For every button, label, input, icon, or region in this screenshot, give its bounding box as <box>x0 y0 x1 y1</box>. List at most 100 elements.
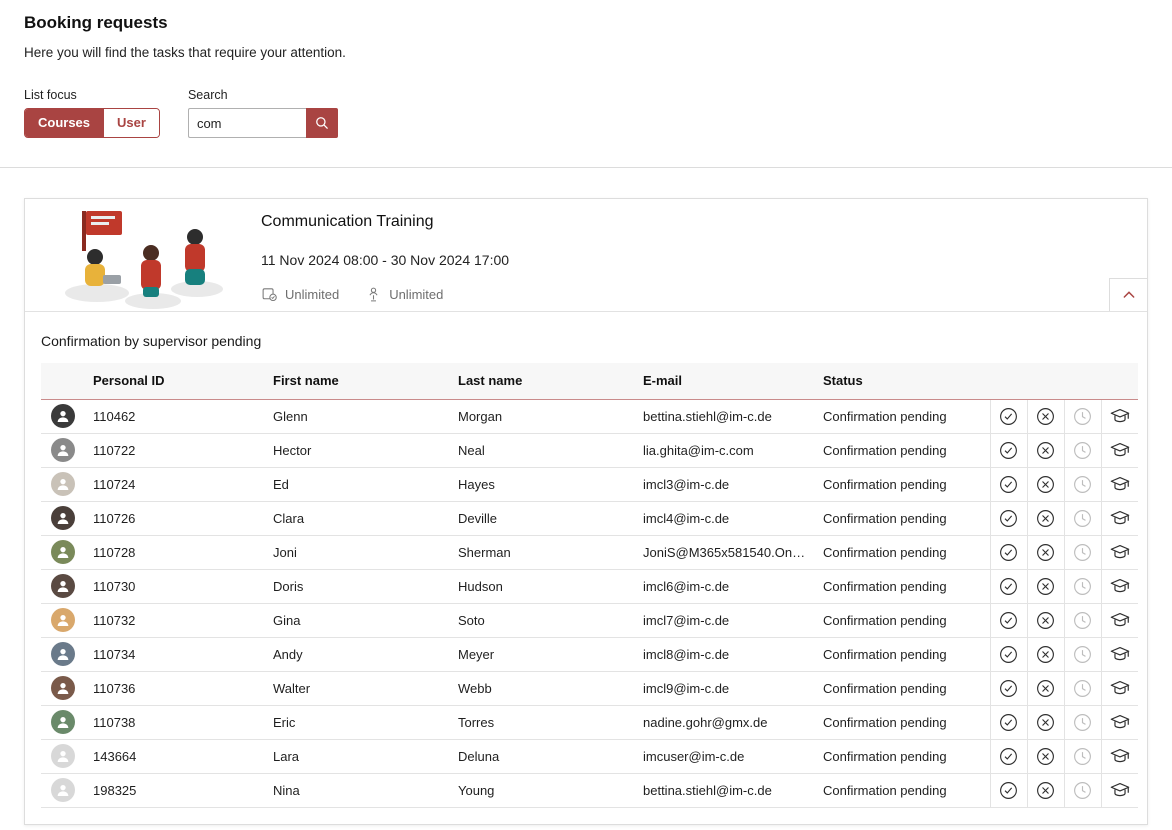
delegate-action-cell <box>1101 569 1138 603</box>
action-column-header <box>1101 363 1138 399</box>
email-cell: imcl4@im-c.de <box>635 501 815 535</box>
personal-id-cell: 110726 <box>85 501 265 535</box>
approve-button[interactable] <box>991 400 1027 433</box>
table-section: Confirmation by supervisor pending Perso… <box>25 312 1147 824</box>
free-seats-label: Unlimited <box>389 287 443 302</box>
status-cell: Confirmation pending <box>815 739 990 773</box>
delegate-button[interactable] <box>1102 672 1139 705</box>
pending-action-cell <box>1064 671 1101 705</box>
status-cell: Confirmation pending <box>815 603 990 637</box>
graduation-cap-icon <box>1109 711 1131 733</box>
pending-button[interactable] <box>1065 604 1101 637</box>
delegate-action-cell <box>1101 603 1138 637</box>
reject-button[interactable] <box>1028 570 1064 603</box>
toggle-courses-button[interactable]: Courses <box>25 109 103 137</box>
avatar-cell <box>41 399 85 433</box>
reject-button[interactable] <box>1028 536 1064 569</box>
pending-button[interactable] <box>1065 570 1101 603</box>
search-label: Search <box>188 88 338 102</box>
delegate-button[interactable] <box>1102 502 1139 535</box>
reject-button[interactable] <box>1028 434 1064 467</box>
first-name-cell: Walter <box>265 671 450 705</box>
search-input[interactable] <box>188 108 306 138</box>
reject-action-cell <box>1027 705 1064 739</box>
email-cell: imcl3@im-c.de <box>635 467 815 501</box>
check-circle-icon <box>998 474 1019 495</box>
reject-button[interactable] <box>1028 740 1064 773</box>
first-name-cell: Joni <box>265 535 450 569</box>
clock-icon <box>1072 780 1093 801</box>
reject-action-cell <box>1027 433 1064 467</box>
delegate-button[interactable] <box>1102 774 1139 807</box>
clock-icon <box>1072 474 1093 495</box>
approve-button[interactable] <box>991 434 1027 467</box>
search-button[interactable] <box>306 108 338 138</box>
reject-button[interactable] <box>1028 706 1064 739</box>
approve-button[interactable] <box>991 536 1027 569</box>
delegate-button[interactable] <box>1102 638 1139 671</box>
course-card: Communication Training 11 Nov 2024 08:00… <box>24 198 1148 825</box>
last-name-cell: Morgan <box>450 399 635 433</box>
pending-button[interactable] <box>1065 434 1101 467</box>
reject-button[interactable] <box>1028 604 1064 637</box>
pending-button[interactable] <box>1065 536 1101 569</box>
reject-button[interactable] <box>1028 638 1064 671</box>
approve-button[interactable] <box>991 570 1027 603</box>
pending-button[interactable] <box>1065 400 1101 433</box>
pending-button[interactable] <box>1065 740 1101 773</box>
reject-action-cell <box>1027 501 1064 535</box>
delegate-button[interactable] <box>1102 434 1139 467</box>
table-row: 110738 Eric Torres nadine.gohr@gmx.de Co… <box>41 705 1138 739</box>
last-name-cell: Soto <box>450 603 635 637</box>
approve-button[interactable] <box>991 672 1027 705</box>
approve-button[interactable] <box>991 774 1027 807</box>
approve-button[interactable] <box>991 638 1027 671</box>
toggle-user-button[interactable]: User <box>103 109 159 137</box>
delegate-button[interactable] <box>1102 604 1139 637</box>
pending-button[interactable] <box>1065 774 1101 807</box>
avatar <box>51 710 75 734</box>
pending-button[interactable] <box>1065 672 1101 705</box>
delegate-button[interactable] <box>1102 740 1139 773</box>
delegate-action-cell <box>1101 467 1138 501</box>
delegate-button[interactable] <box>1102 706 1139 739</box>
avatar-cell <box>41 773 85 807</box>
collapse-button[interactable] <box>1109 278 1147 311</box>
approve-button[interactable] <box>991 604 1027 637</box>
delegate-button[interactable] <box>1102 570 1139 603</box>
first-name-cell: Hector <box>265 433 450 467</box>
reject-button[interactable] <box>1028 468 1064 501</box>
approve-button[interactable] <box>991 468 1027 501</box>
approve-action-cell <box>990 433 1027 467</box>
avatar-cell <box>41 739 85 773</box>
email-cell: JoniS@M365x581540.OnMi... <box>635 535 815 569</box>
reject-button[interactable] <box>1028 774 1064 807</box>
pending-button[interactable] <box>1065 638 1101 671</box>
delegate-button[interactable] <box>1102 536 1139 569</box>
pending-button[interactable] <box>1065 502 1101 535</box>
avatar <box>51 540 75 564</box>
graduation-cap-icon <box>1109 473 1131 495</box>
delegate-button[interactable] <box>1102 468 1139 501</box>
table-row: 143664 Lara Deluna imcuser@im-c.de Confi… <box>41 739 1138 773</box>
email-cell: imcl8@im-c.de <box>635 637 815 671</box>
approve-button[interactable] <box>991 502 1027 535</box>
clock-icon <box>1072 542 1093 563</box>
approve-button[interactable] <box>991 740 1027 773</box>
clock-icon <box>1072 712 1093 733</box>
last-name-cell: Webb <box>450 671 635 705</box>
first-name-cell: Eric <box>265 705 450 739</box>
delegate-action-cell <box>1101 433 1138 467</box>
reject-button[interactable] <box>1028 672 1064 705</box>
approve-button[interactable] <box>991 706 1027 739</box>
reject-button[interactable] <box>1028 400 1064 433</box>
reject-button[interactable] <box>1028 502 1064 535</box>
pending-button[interactable] <box>1065 706 1101 739</box>
free-seats-icon <box>365 286 382 303</box>
booking-capacity-label: Unlimited <box>285 287 339 302</box>
check-circle-icon <box>998 712 1019 733</box>
cross-circle-icon <box>1035 576 1056 597</box>
pending-action-cell <box>1064 739 1101 773</box>
pending-button[interactable] <box>1065 468 1101 501</box>
delegate-button[interactable] <box>1102 400 1139 433</box>
